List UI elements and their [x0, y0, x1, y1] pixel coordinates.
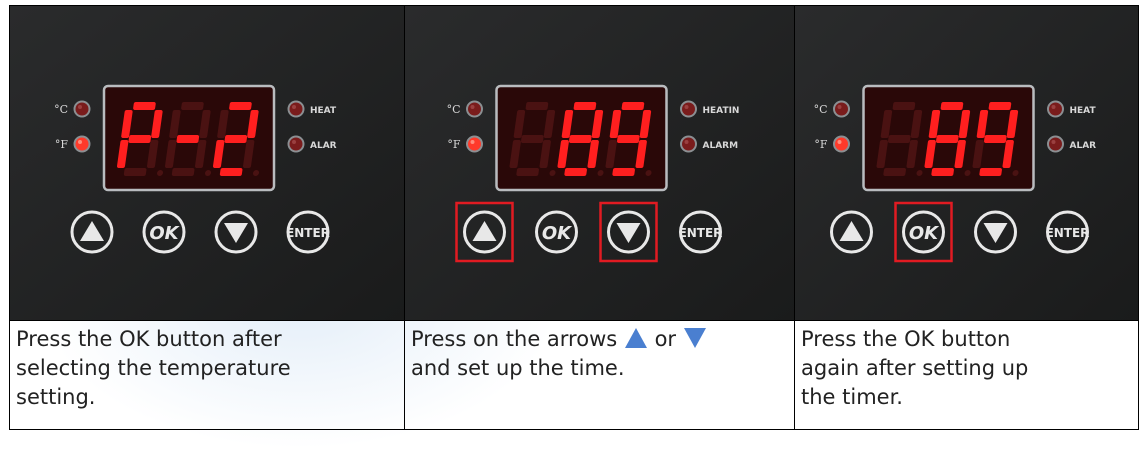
celsius-led: [73, 100, 91, 118]
segment-g: [568, 135, 592, 143]
controller-graphic: °C °F HEATIN ALARM OK ENTER: [405, 6, 794, 320]
heating-label: HEAT: [1070, 106, 1097, 116]
controller-panel-1: °C °F HEAT ALAR OK ENTER: [10, 6, 404, 320]
heating-led: [287, 100, 305, 118]
step-3-line-3: the timer.: [801, 385, 903, 409]
step-2-line-2: and set up the time.: [411, 356, 625, 380]
segment-d: [171, 168, 195, 176]
segment-d: [564, 168, 587, 176]
segment-a: [573, 102, 597, 110]
fahrenheit-led: [466, 135, 483, 153]
alarm-led: [680, 135, 697, 153]
alarm-label: ALARM: [703, 141, 739, 151]
segment-d: [612, 168, 635, 176]
ok-button-label: OK: [542, 223, 573, 244]
segment-g: [224, 135, 248, 143]
segment-g: [935, 135, 959, 143]
step-1-caption-cell: Press the OK button after selecting the …: [9, 320, 405, 430]
enter-button-label: ENTER: [679, 226, 723, 240]
celsius-label: °C: [54, 103, 68, 116]
up-arrow-icon: [624, 328, 647, 348]
segment-d: [516, 168, 539, 176]
ok-button-label: OK: [149, 223, 180, 244]
segment-d: [219, 168, 243, 176]
segment-d: [931, 168, 954, 176]
alarm-label: ALAR: [1070, 141, 1097, 151]
heating-led: [1047, 100, 1064, 118]
segment-a: [133, 102, 156, 110]
step-3-caption: Press the OK button again after setting …: [795, 321, 1138, 412]
fahrenheit-label: °F: [814, 138, 828, 151]
fahrenheit-label: °F: [447, 138, 461, 151]
celsius-led: [833, 100, 850, 118]
step-2-image-cell: °C °F HEATIN ALARM OK ENTER: [404, 5, 795, 321]
segment-g: [520, 135, 544, 143]
step-2-caption: Press on the arrows or and set up the ti…: [405, 321, 794, 383]
heating-led: [680, 100, 697, 118]
step-2-line-1: Press on the arrows or: [411, 325, 788, 354]
segment-g: [887, 135, 911, 143]
step-2-text-b: or: [654, 327, 677, 351]
controller-panel-2: °C °F HEATIN ALARM OK ENTER: [405, 6, 794, 320]
segment-a: [940, 102, 964, 110]
alarm-led: [1047, 135, 1064, 153]
fahrenheit-label: °F: [55, 138, 69, 151]
segment-a: [892, 102, 916, 110]
heating-label: HEAT: [310, 106, 337, 116]
step-1-line-1: Press the OK button after: [16, 327, 282, 351]
heating-label: HEATIN: [703, 106, 740, 116]
segment-g: [128, 135, 152, 143]
step-3-line-1: Press the OK button: [801, 327, 1011, 351]
step-1-image-cell: °C °F HEAT ALAR OK ENTER: [9, 5, 405, 321]
segment-a: [988, 102, 1012, 110]
enter-button-label: ENTER: [286, 226, 330, 240]
step-1-line-3: setting.: [16, 385, 96, 409]
fahrenheit-led: [833, 135, 850, 153]
segment-g: [616, 135, 640, 143]
segment-a: [229, 102, 252, 110]
segment-a: [181, 102, 204, 110]
celsius-label: °C: [814, 103, 828, 116]
segment-g: [176, 135, 200, 143]
segment-a: [525, 102, 549, 110]
segment-a: [621, 102, 645, 110]
fahrenheit-led: [73, 135, 91, 153]
step-1-line-2: selecting the temperature: [16, 356, 291, 380]
alarm-label: ALAR: [310, 141, 337, 151]
celsius-led: [466, 100, 483, 118]
step-3-image-cell: °C °F HEAT ALAR OK ENTER: [794, 5, 1139, 321]
ok-button-label: OK: [909, 223, 940, 244]
controller-panel-3: °C °F HEAT ALAR OK ENTER: [795, 6, 1138, 320]
down-arrow-icon: [683, 328, 706, 348]
celsius-label: °C: [447, 103, 461, 116]
segment-d: [979, 168, 1002, 176]
step-3-caption-cell: Press the OK button again after setting …: [794, 320, 1139, 430]
segment-g: [983, 135, 1007, 143]
step-3-line-2: again after setting up: [801, 356, 1029, 380]
step-2-caption-cell: Press on the arrows or and set up the ti…: [404, 320, 795, 430]
alarm-led: [287, 135, 305, 153]
segment-d: [123, 168, 147, 176]
instruction-table: °C °F HEAT ALAR OK ENTER °C °F HEATIN ALARM OK ENT…: [9, 5, 1139, 430]
step-1-caption: Press the OK button after selecting the …: [10, 321, 404, 412]
segment-d: [883, 168, 906, 176]
enter-button-label: ENTER: [1046, 226, 1090, 240]
step-2-text-a: Press on the arrows: [411, 327, 618, 351]
controller-graphic: °C °F HEAT ALAR OK ENTER: [795, 6, 1138, 320]
controller-graphic: °C °F HEAT ALAR OK ENTER: [10, 6, 404, 320]
